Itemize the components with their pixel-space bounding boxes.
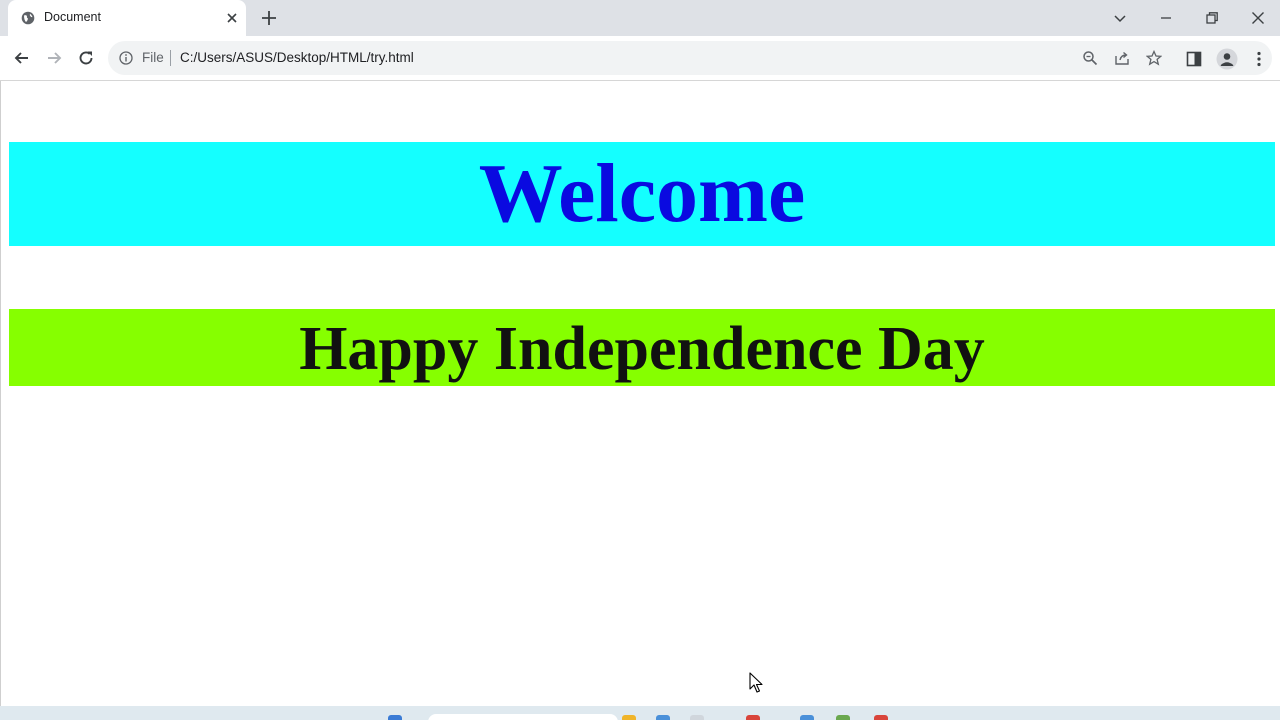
close-icon[interactable] [225, 11, 239, 25]
file-scheme-label: File [142, 50, 164, 65]
taskbar-search-box[interactable] [428, 714, 618, 720]
info-icon[interactable] [119, 51, 133, 65]
zoom-icon[interactable] [1082, 50, 1098, 66]
os-taskbar [0, 706, 1280, 720]
plus-icon[interactable] [260, 9, 278, 27]
kebab-menu-icon[interactable] [1250, 50, 1268, 68]
back-arrow-icon[interactable] [12, 48, 32, 68]
star-icon[interactable] [1146, 50, 1162, 66]
taskbar-app-icon[interactable] [690, 715, 704, 720]
profile-icon[interactable] [1216, 48, 1238, 70]
taskbar-app-icon[interactable] [836, 715, 850, 720]
page-viewport: Welcome Happy Independence Day [0, 81, 1280, 706]
restore-icon[interactable] [1202, 8, 1222, 28]
mouse-cursor-icon [749, 672, 763, 693]
scheme-separator [170, 50, 171, 66]
browser-toolbar: File C:/Users/ASUS/Desktop/HTML/try.html [0, 36, 1280, 81]
globe-icon [21, 11, 35, 25]
taskbar-chrome-icon[interactable] [874, 715, 888, 720]
url-text[interactable]: C:/Users/ASUS/Desktop/HTML/try.html [180, 50, 414, 65]
address-bar[interactable]: File C:/Users/ASUS/Desktop/HTML/try.html [108, 41, 1272, 75]
taskbar-app-icon[interactable] [388, 715, 402, 720]
side-panel-icon[interactable] [1185, 50, 1203, 68]
taskbar-app-icon[interactable] [622, 715, 636, 720]
share-icon[interactable] [1114, 50, 1130, 66]
welcome-heading: Welcome [9, 142, 1275, 246]
tab-title: Document [44, 10, 101, 24]
taskbar-app-icon[interactable] [800, 715, 814, 720]
forward-arrow-icon[interactable] [44, 48, 64, 68]
independence-day-heading: Happy Independence Day [9, 309, 1275, 386]
close-window-icon[interactable] [1248, 8, 1268, 28]
chevron-down-icon[interactable] [1110, 8, 1130, 28]
taskbar-app-icon[interactable] [656, 715, 670, 720]
taskbar-app-icon[interactable] [746, 715, 760, 720]
reload-icon[interactable] [76, 48, 96, 68]
minimize-icon[interactable] [1156, 8, 1176, 28]
tab-strip: Document [0, 0, 1280, 36]
tab-document[interactable]: Document [8, 0, 246, 36]
